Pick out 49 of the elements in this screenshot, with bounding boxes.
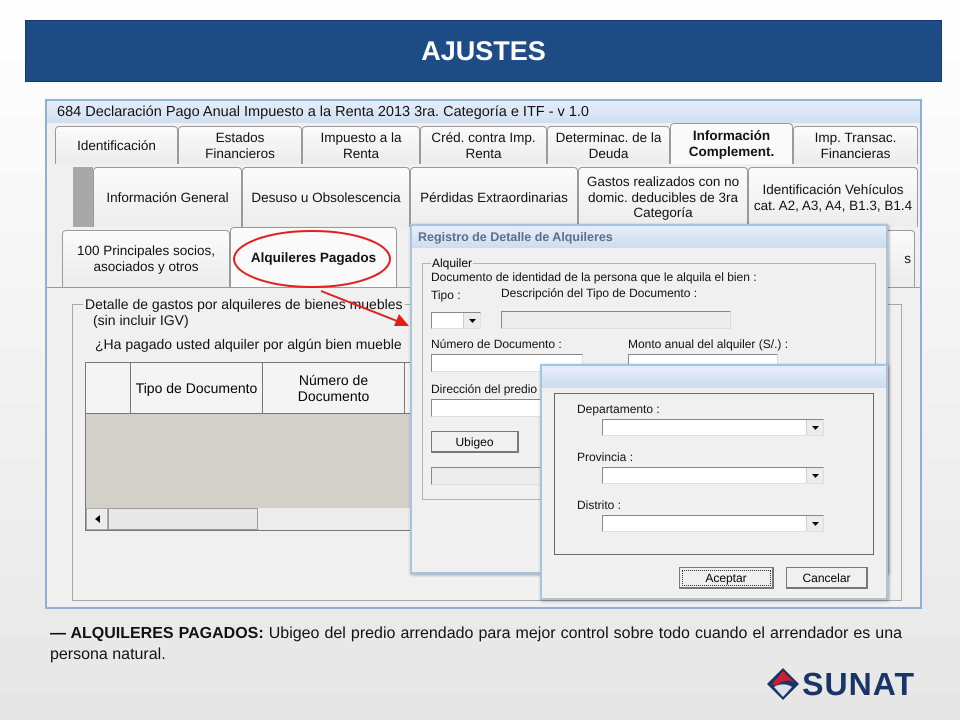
tab[interactable]: Gastos realizados con no domic. deducibles de 3ra Categoría	[578, 167, 748, 227]
field-label: Provincia :	[577, 450, 634, 464]
logo-emblem-icon	[766, 667, 800, 701]
dropdown-field[interactable]	[602, 419, 824, 436]
tab[interactable]: Información General	[93, 167, 242, 227]
tab[interactable]: Estados Financieros	[178, 126, 302, 164]
caret-down-icon	[812, 426, 818, 430]
caret-down-icon	[812, 474, 818, 478]
tab[interactable]: Información Complement.	[670, 123, 793, 164]
scrollbar-thumb[interactable]	[108, 508, 258, 530]
group-title: Alquiler	[431, 256, 474, 270]
dropdown-field[interactable]	[602, 515, 824, 532]
dialog-button[interactable]: Cancelar	[786, 567, 868, 589]
field-label: Distrito :	[577, 498, 622, 512]
caption-text: — ALQUILERES PAGADOS: Ubigeo del predio arrendado para mejor control sobre todo cuando el arrendador es una persona natural.	[50, 624, 902, 665]
ubigeo-button[interactable]: Ubigeo	[431, 431, 519, 453]
instruction-text: Documento de identidad de la persona que le alquila el bien :	[431, 270, 757, 284]
tab[interactable]: Imp. Transac. Financieras	[793, 126, 918, 164]
logo-text: SUNAT	[802, 667, 915, 701]
dialog-button[interactable]: Aceptar	[679, 567, 774, 589]
column-header[interactable]: Número de Documento	[263, 363, 405, 413]
field-label: Departamento :	[577, 402, 660, 416]
field-label: Monto anual del alquiler (S/.) :	[628, 337, 788, 351]
column-header[interactable]: Tipo de Documento	[131, 363, 263, 413]
dialog-title: Registro de Detalle de Alquileres	[412, 226, 886, 248]
tab[interactable]: Pérdidas Extraordinarias	[410, 167, 578, 227]
tab[interactable]: 100 Principales socios, asociados y otros	[62, 230, 230, 287]
tab[interactable]: Créd. contra Imp. Renta	[420, 126, 547, 164]
tab-strip-edge	[73, 167, 93, 227]
field-label: Descripción del Tipo de Documento :	[501, 286, 698, 300]
window-title: 684 Declaración Pago Anual Impuesto a la Renta 2013 3ra. Categoría e ITF - v 1.0	[47, 101, 920, 123]
field-label: Dirección del predio	[431, 382, 538, 396]
tab[interactable]: Alquileres Pagados	[230, 227, 397, 287]
caret-down-icon	[468, 318, 476, 322]
tab[interactable]: Identificación Vehículos cat. A2, A3, A4, B1.3, B1.4	[748, 167, 918, 227]
scroll-left-icon[interactable]	[94, 515, 100, 523]
question-text: ¿Ha pagado usted alquiler por algún bien mueble	[95, 336, 402, 352]
field-label: Número de Documento :	[431, 337, 562, 351]
tab[interactable]: Determinac. de la Deuda	[547, 126, 670, 164]
dropdown-field[interactable]	[602, 467, 824, 484]
note-text: (sin incluir IGV)	[93, 312, 189, 328]
tab[interactable]: Impuesto a la Renta	[302, 126, 420, 164]
tab[interactable]: Identificación	[55, 126, 178, 164]
tab[interactable]: Desuso u Obsolescencia	[242, 167, 410, 227]
input-field[interactable]	[501, 311, 731, 329]
caret-down-icon	[812, 522, 818, 526]
slide-title: AJUSTES	[421, 36, 546, 66]
dropdown-field[interactable]	[431, 312, 481, 329]
field-label: Tipo :	[431, 288, 461, 302]
